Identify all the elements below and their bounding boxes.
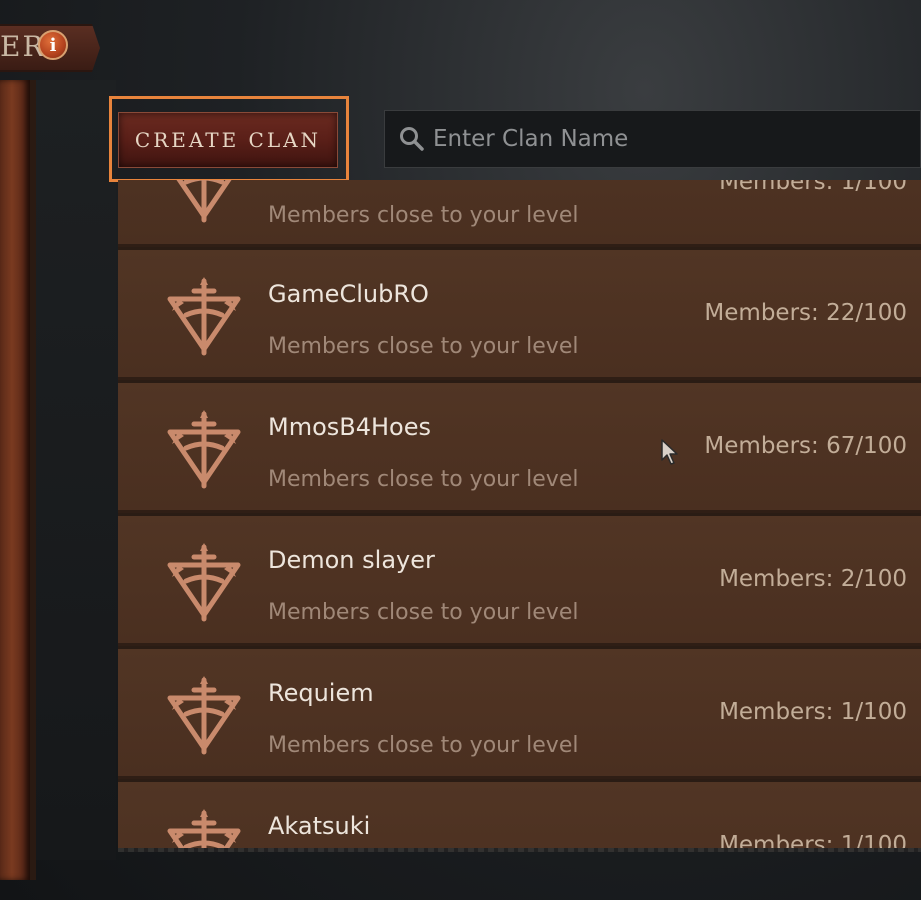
clan-members-count: Members: 22/100 bbox=[704, 300, 907, 326]
clan-row[interactable]: Akatsuki Members: 1/100 bbox=[118, 782, 921, 848]
clan-name: Akatsuki bbox=[268, 812, 371, 840]
left-frame-border bbox=[0, 80, 36, 880]
clan-members-count: Members: 1/100 bbox=[719, 699, 907, 725]
clan-members-count: Members: 1/100 bbox=[719, 832, 907, 848]
clan-row[interactable]: MmosB4Hoes Members: 67/100 Members close… bbox=[118, 383, 921, 513]
clan-name: GameClubRO bbox=[268, 280, 429, 308]
clan-name: Requiem bbox=[268, 679, 374, 707]
clan-row[interactable]: Members: 1/100 Members close to your lev… bbox=[118, 180, 921, 247]
clan-emblem-icon bbox=[164, 676, 244, 756]
clan-description: Members close to your level bbox=[268, 334, 579, 359]
clan-members-count: Members: 2/100 bbox=[719, 566, 907, 592]
clan-description: Members close to your level bbox=[268, 733, 579, 758]
clan-emblem-icon bbox=[164, 543, 244, 623]
clan-description: Members close to your level bbox=[268, 203, 579, 228]
clan-list[interactable]: Members: 1/100 Members close to your lev… bbox=[118, 180, 921, 848]
search-icon bbox=[400, 127, 424, 151]
create-clan-button[interactable]: CREATE CLAN bbox=[118, 112, 338, 168]
clan-description: Members close to your level bbox=[268, 467, 579, 492]
clan-name: MmosB4Hoes bbox=[268, 413, 432, 441]
clan-row[interactable]: GameClubRO Members: 22/100 Members close… bbox=[118, 250, 921, 380]
clan-emblem-icon bbox=[164, 180, 244, 224]
clan-emblem-icon bbox=[164, 809, 244, 848]
clan-emblem-icon bbox=[164, 410, 244, 490]
list-bottom-edge bbox=[118, 848, 921, 852]
clan-row[interactable]: Demon slayer Members: 2/100 Members clos… bbox=[118, 516, 921, 646]
clan-name: Demon slayer bbox=[268, 546, 435, 574]
clan-members-count: Members: 1/100 bbox=[719, 180, 907, 195]
left-panel-shadow bbox=[36, 80, 116, 860]
search-box[interactable] bbox=[384, 110, 921, 168]
clan-description: Members close to your level bbox=[268, 600, 579, 625]
info-icon[interactable]: i bbox=[38, 30, 68, 60]
clan-members-count: Members: 67/100 bbox=[704, 433, 907, 459]
search-input[interactable] bbox=[425, 110, 920, 168]
clan-emblem-icon bbox=[164, 277, 244, 357]
clan-row[interactable]: Requiem Members: 1/100 Members close to … bbox=[118, 649, 921, 779]
mouse-cursor-icon bbox=[661, 439, 678, 465]
